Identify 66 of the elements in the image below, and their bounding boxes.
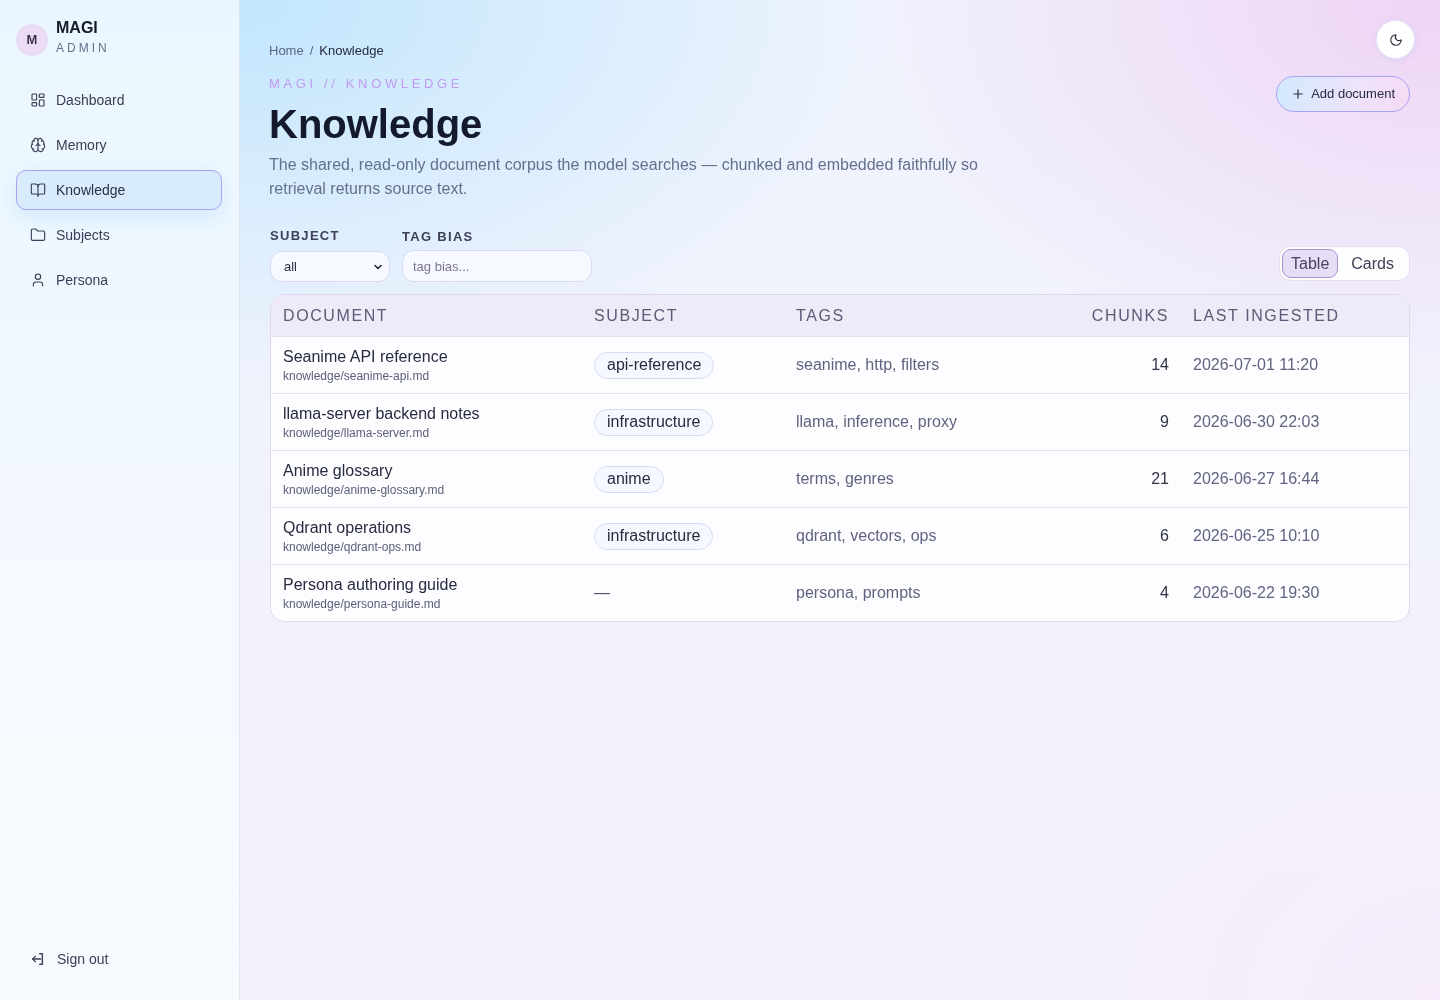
brand-avatar: M [16,24,48,56]
document-title: llama-server backend notes [283,403,481,424]
document-title: Qdrant operations [283,517,413,538]
file-path: knowledge/seanime-api.md [283,367,431,384]
tags-text: persona, prompts [796,583,921,603]
grid-icon [30,92,46,108]
column-header: SUBJECT [594,305,679,326]
subject-select[interactable]: all [270,251,390,282]
breadcrumb-separator: / [309,43,314,59]
breadcrumb-current: Knowledge [319,43,384,59]
subject-tag: infrastructure [594,522,714,550]
tags-text: seanime, http, filters [796,355,940,375]
breadcrumb-link[interactable]: Home [269,43,304,59]
sidebar-item[interactable]: Knowledge [16,170,222,210]
timestamp: 2026-07-01 11:20 [1193,355,1319,375]
page-eyebrow: MAGI // KNOWLEDGE [269,76,465,92]
plus-icon [1291,87,1306,101]
sidebar-item[interactable]: Dashboard [16,80,222,120]
view-toggle-option[interactable]: Table [1282,249,1339,278]
column-header: DOCUMENT [283,305,389,326]
column-header: LAST INGESTED [1193,305,1340,326]
column-header: TAGS [796,305,845,326]
filter-label: SUBJECT [270,228,341,244]
book-icon [30,182,46,198]
document-title: Anime glossary [283,460,394,481]
page-title: Knowledge [269,101,484,148]
empty-dash: — [594,583,610,603]
timestamp: 2026-06-25 10:10 [1193,526,1320,546]
document-title: Persona authoring guide [283,574,459,595]
chunk-count: 14 [1151,355,1169,375]
document-title: Seanime API reference [283,346,449,367]
sidebar-item[interactable]: Memory [16,125,222,165]
column-header: CHUNKS [1091,305,1169,326]
moon-icon [1388,32,1403,47]
chunk-count: 21 [1151,469,1169,489]
chunk-count: 4 [1160,583,1169,603]
subject-tag: infrastructure [594,408,714,436]
timestamp: 2026-06-27 16:44 [1193,469,1320,489]
folder-icon [30,227,46,243]
sidebar-item[interactable]: Persona [16,260,222,300]
theme-toggle-button[interactable] [1376,20,1415,59]
user-icon [30,272,46,288]
tags-text: llama, inference, proxy [796,412,957,432]
view-toggle-option[interactable]: Cards [1338,249,1407,278]
timestamp: 2026-06-30 22:03 [1193,412,1320,432]
brand-subtitle: ADMIN [56,39,110,56]
filter-label: TAG BIAS [402,229,475,245]
file-path: knowledge/llama-server.md [283,424,431,441]
sign-out-icon [31,952,45,966]
page-description: The shared, read-only document corpus the model searches — chunked and embedded faithfully so retrieval returns source text. [269,155,979,199]
subject-tag: api-reference [594,351,715,379]
chunk-count: 6 [1160,526,1169,546]
file-path: knowledge/persona-guide.md [283,595,442,612]
tag-bias-input[interactable]: tag bias... [402,250,592,282]
brain-icon [30,137,46,153]
sign-out-link[interactable]: Sign out [16,939,223,979]
chunk-count: 9 [1160,412,1169,432]
timestamp: 2026-06-22 19:30 [1193,583,1320,603]
file-path: knowledge/anime-glossary.md [283,481,446,498]
add-document-button[interactable]: Add document [1276,76,1410,112]
file-path: knowledge/qdrant-ops.md [283,538,423,555]
subject-tag: anime [594,465,664,493]
tags-text: qdrant, vectors, ops [796,526,937,546]
tags-text: terms, genres [796,469,894,489]
brand-name: MAGI [56,18,99,37]
sidebar-item[interactable]: Subjects [16,215,222,255]
